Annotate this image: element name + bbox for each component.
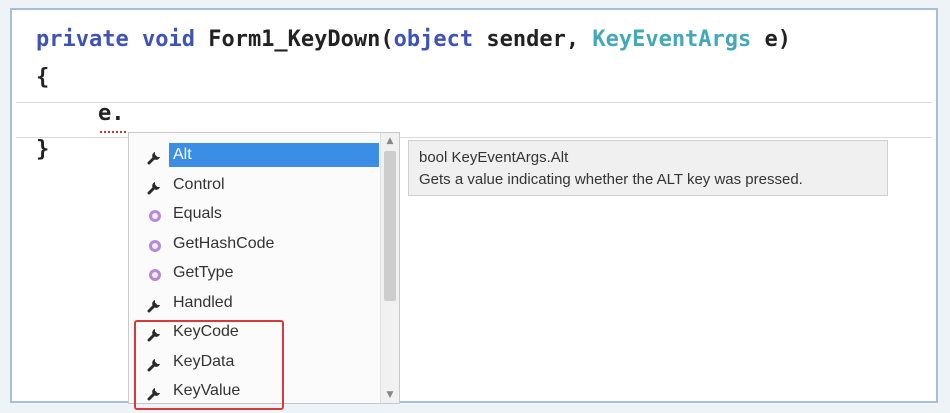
selection-highlight (169, 143, 379, 167)
quickinfo-tooltip: bool KeyEventArgs.Alt Gets a value indic… (408, 140, 888, 196)
completion-item-label: Handled (173, 293, 233, 311)
tooltip-signature: bool KeyEventArgs.Alt (419, 149, 569, 166)
completion-item-label: GetType (173, 264, 234, 281)
keyword-void: void (141, 27, 195, 52)
code-editor[interactable]: private void Form1_KeyDown(object sender… (10, 8, 938, 410)
method-cube-icon (147, 236, 163, 252)
scroll-up-arrow-icon[interactable]: ▲ (381, 133, 399, 149)
property-wrench-icon (147, 177, 163, 194)
completion-item-gethashcode[interactable]: GetHashCode (129, 230, 381, 258)
property-wrench-icon (147, 295, 163, 312)
keyword-object: object (393, 27, 474, 52)
method-cube-icon (147, 206, 163, 222)
method-signature-line: private void Form1_KeyDown(object sender… (36, 24, 791, 56)
completion-item-label: GetHashCode (173, 234, 275, 252)
completion-item-label: Control (173, 175, 225, 193)
keyword-private: private (36, 27, 129, 52)
typed-text[interactable]: e. (98, 98, 125, 130)
completion-item-handled[interactable]: Handled (129, 289, 381, 317)
completion-item-label: Equals (173, 205, 222, 222)
completion-item-gettype[interactable]: GetType (129, 259, 381, 287)
close-brace: } (36, 137, 50, 162)
scroll-down-arrow-icon[interactable]: ▼ (381, 387, 399, 403)
method-cube-icon (147, 265, 163, 281)
completion-item-equals[interactable]: Equals (129, 200, 381, 228)
tooltip-description: Gets a value indicating whether the ALT … (419, 171, 803, 188)
error-squiggle (100, 127, 126, 133)
property-wrench-icon (147, 147, 163, 165)
keycode-keydata-keyvalue-highlight (134, 320, 284, 410)
completion-scrollbar[interactable]: ▲ ▼ (380, 133, 399, 403)
param-sender: sender, (486, 27, 580, 52)
param-e: e) (764, 27, 792, 52)
completion-item-alt[interactable]: Alt (129, 141, 381, 169)
open-brace: { (36, 65, 50, 90)
completion-item-control[interactable]: Control (129, 171, 381, 199)
completion-item-label: Alt (173, 146, 192, 163)
method-name: Form1_KeyDown( (208, 27, 394, 52)
type-keyeventargs: KeyEventArgs (592, 27, 752, 52)
scroll-thumb[interactable] (384, 151, 396, 301)
